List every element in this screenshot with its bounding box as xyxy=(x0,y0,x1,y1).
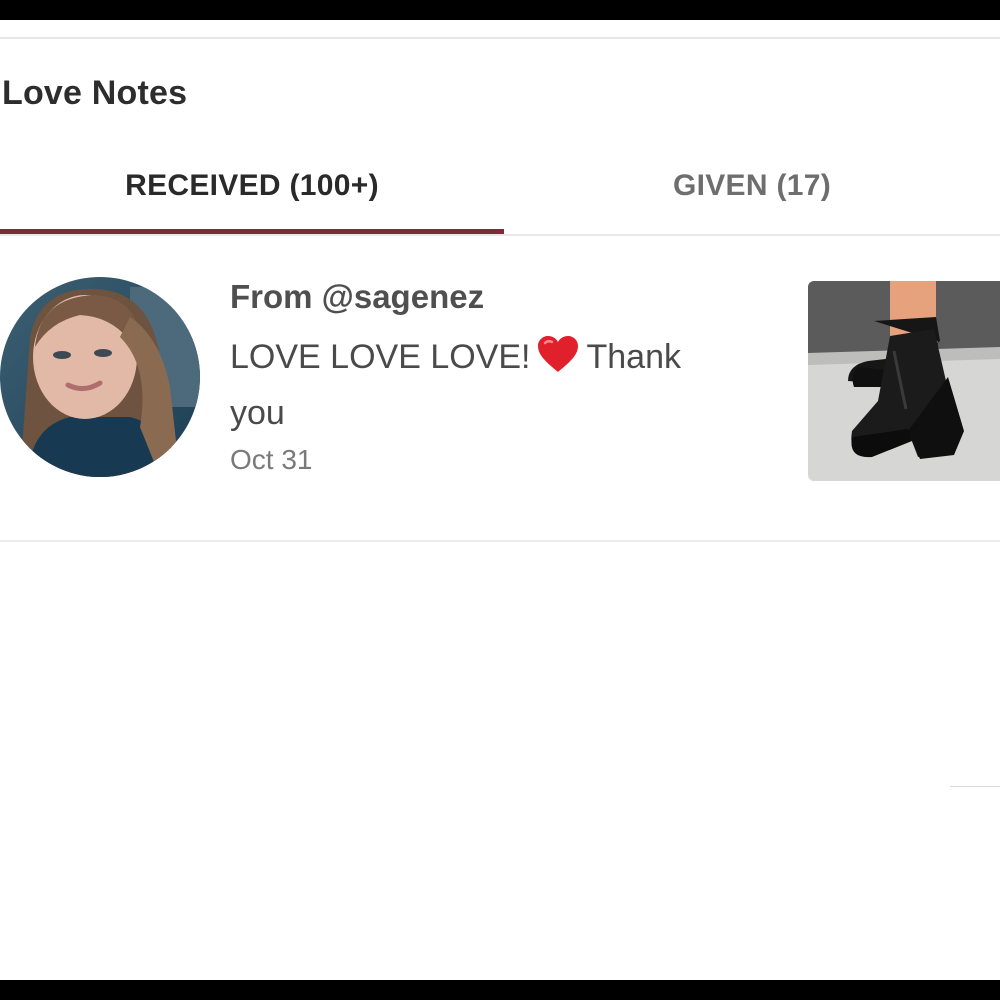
bottom-black-bar xyxy=(0,980,1000,1000)
page-title: Love Notes xyxy=(2,74,188,112)
header-divider xyxy=(0,37,1000,39)
product-thumbnail[interactable] xyxy=(808,281,1000,481)
boots-image xyxy=(808,281,1000,481)
tab-received[interactable]: RECEIVED (100+) xyxy=(0,140,504,232)
list-divider xyxy=(0,540,1000,542)
note-message: LOVE LOVE LOVE! Thank you xyxy=(230,332,730,438)
love-note-item[interactable]: From @sagenez LOVE LOVE LOVE! Thank you O… xyxy=(0,236,1000,540)
faint-divider xyxy=(950,786,1000,787)
note-date: Oct 31 xyxy=(230,444,313,475)
heart-icon xyxy=(536,334,580,388)
top-black-bar xyxy=(0,0,1000,20)
avatar-image xyxy=(0,277,200,477)
avatar[interactable] xyxy=(0,277,200,477)
note-message-part-1: LOVE LOVE LOVE! xyxy=(230,338,531,376)
note-sender[interactable]: From @sagenez xyxy=(230,278,484,316)
tab-given-label: GIVEN (17) xyxy=(672,169,832,202)
tab-received-label: RECEIVED (100+) xyxy=(125,169,379,202)
tab-given[interactable]: GIVEN (17) xyxy=(504,140,1000,232)
